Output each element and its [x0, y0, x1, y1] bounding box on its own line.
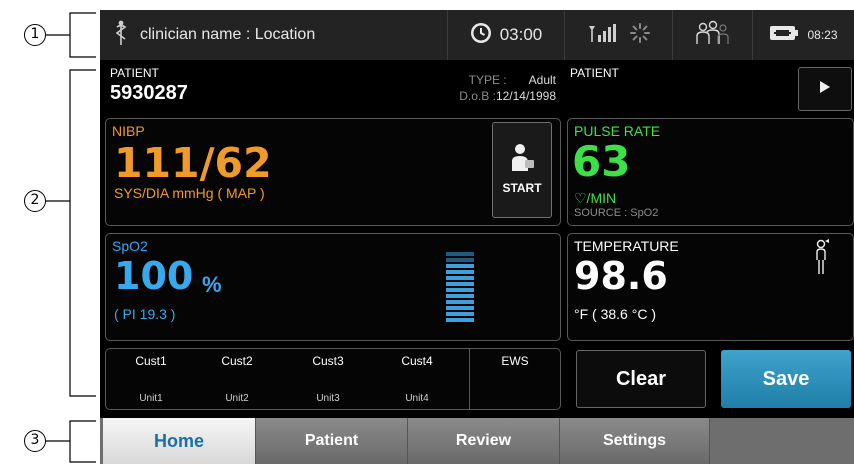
timer-value: 03:00: [499, 25, 543, 44]
callout-2: 2: [24, 190, 46, 212]
start-label: START: [502, 181, 542, 195]
dob-label: D.o.B :: [459, 89, 496, 103]
clinician-location-text: clinician name : Location: [140, 26, 316, 43]
custom-unit: Unit4: [405, 393, 429, 404]
custom-name: Cust3: [312, 354, 344, 368]
type-label: TYPE :: [468, 73, 507, 87]
navigation-tab-bar: Home Patient Review Settings: [100, 418, 854, 464]
custom-name: Cust1: [135, 354, 167, 368]
tab-review[interactable]: Review: [408, 418, 560, 464]
device-screen: clinician name : Location 03:00 08:23 PA…: [100, 10, 854, 464]
save-button[interactable]: Save: [721, 350, 851, 408]
battery-time: 08:23: [807, 28, 838, 42]
nibp-value: 111/62: [114, 139, 272, 187]
status-bar: clinician name : Location 03:00 08:23: [100, 10, 854, 60]
temperature-panel[interactable]: TEMPERATURE 98.6 °F ( 38.6 °C ): [567, 233, 854, 341]
type-value: Adult: [528, 73, 556, 87]
pulse-rate-source: SOURCE : SpO2: [574, 207, 659, 219]
temperature-probe-icon: [814, 238, 830, 283]
profile-status[interactable]: [673, 10, 753, 60]
callout-brackets: [46, 12, 96, 463]
tab-home[interactable]: Home: [103, 418, 256, 464]
people-icon: [694, 20, 732, 51]
custom-unit: Unit1: [139, 393, 163, 404]
pulse-rate-value: 63: [572, 137, 631, 186]
callout-1: 1: [24, 24, 46, 46]
clear-button[interactable]: Clear: [576, 350, 706, 408]
spo2-pi: ( PI 19.3 ): [114, 306, 176, 322]
dob-value: 12/14/1998: [495, 89, 556, 103]
custom-name: Cust2: [221, 354, 253, 368]
nibp-unit: SYS/DIA mmHg ( MAP ): [114, 185, 265, 201]
monitor-ui-diagram: 1 2 3 clinician name : Location 03:00 08…: [0, 0, 854, 464]
pulse-amplitude-bar: [446, 252, 474, 324]
patient-label: PATIENT: [110, 66, 159, 80]
clinician-area[interactable]: clinician name : Location: [100, 10, 448, 60]
temperature-value: 98.6: [574, 254, 668, 298]
custom-unit: Unit2: [225, 393, 249, 404]
custom-unit: Unit3: [316, 393, 340, 404]
spo2-title: SpO2: [112, 238, 148, 254]
spo2-value: 100: [114, 254, 194, 298]
patient-label-right: PATIENT: [570, 66, 619, 80]
tab-patient[interactable]: Patient: [256, 418, 408, 464]
battery-icon: [769, 24, 799, 47]
signal-icon: [587, 22, 619, 49]
spinner-icon: [629, 22, 651, 49]
nibp-panel[interactable]: NIBP 111/62 SYS/DIA mmHg ( MAP ) START: [105, 118, 561, 226]
play-icon: [818, 79, 832, 100]
spo2-panel[interactable]: SpO2 100 % ( PI 19.3 ): [105, 233, 561, 341]
pulse-rate-panel[interactable]: PULSE RATE 63 ♡/MIN SOURCE : SpO2: [567, 118, 854, 226]
patient-type-dob: TYPE : Adult D.o.B :12/14/1998: [430, 72, 556, 104]
custom-parameters-panel[interactable]: Cust1 Unit1 Cust2 Unit2 Cust3 Unit3 Cust…: [105, 348, 561, 410]
callout-3: 3: [24, 430, 46, 452]
nibp-title: NIBP: [112, 123, 145, 139]
spo2-unit: %: [202, 272, 222, 297]
temperature-title: TEMPERATURE: [574, 238, 679, 254]
ews-label: EWS: [501, 354, 529, 368]
battery-status[interactable]: 08:23: [753, 10, 854, 60]
tab-settings[interactable]: Settings: [560, 418, 710, 464]
nibp-cuff-person-icon: [510, 143, 536, 178]
custom-name: Cust4: [401, 354, 433, 368]
interval-timer[interactable]: 03:00: [448, 10, 565, 60]
play-button[interactable]: [798, 67, 852, 111]
connectivity-status[interactable]: [565, 10, 673, 60]
temperature-unit: °F ( 38.6 °C ): [574, 306, 656, 322]
patient-id[interactable]: 5930287: [110, 82, 188, 105]
nibp-start-button[interactable]: START: [492, 122, 552, 218]
pulse-rate-unit: ♡/MIN: [574, 190, 617, 206]
clock-icon: [470, 22, 492, 49]
caduceus-icon: [114, 20, 128, 51]
